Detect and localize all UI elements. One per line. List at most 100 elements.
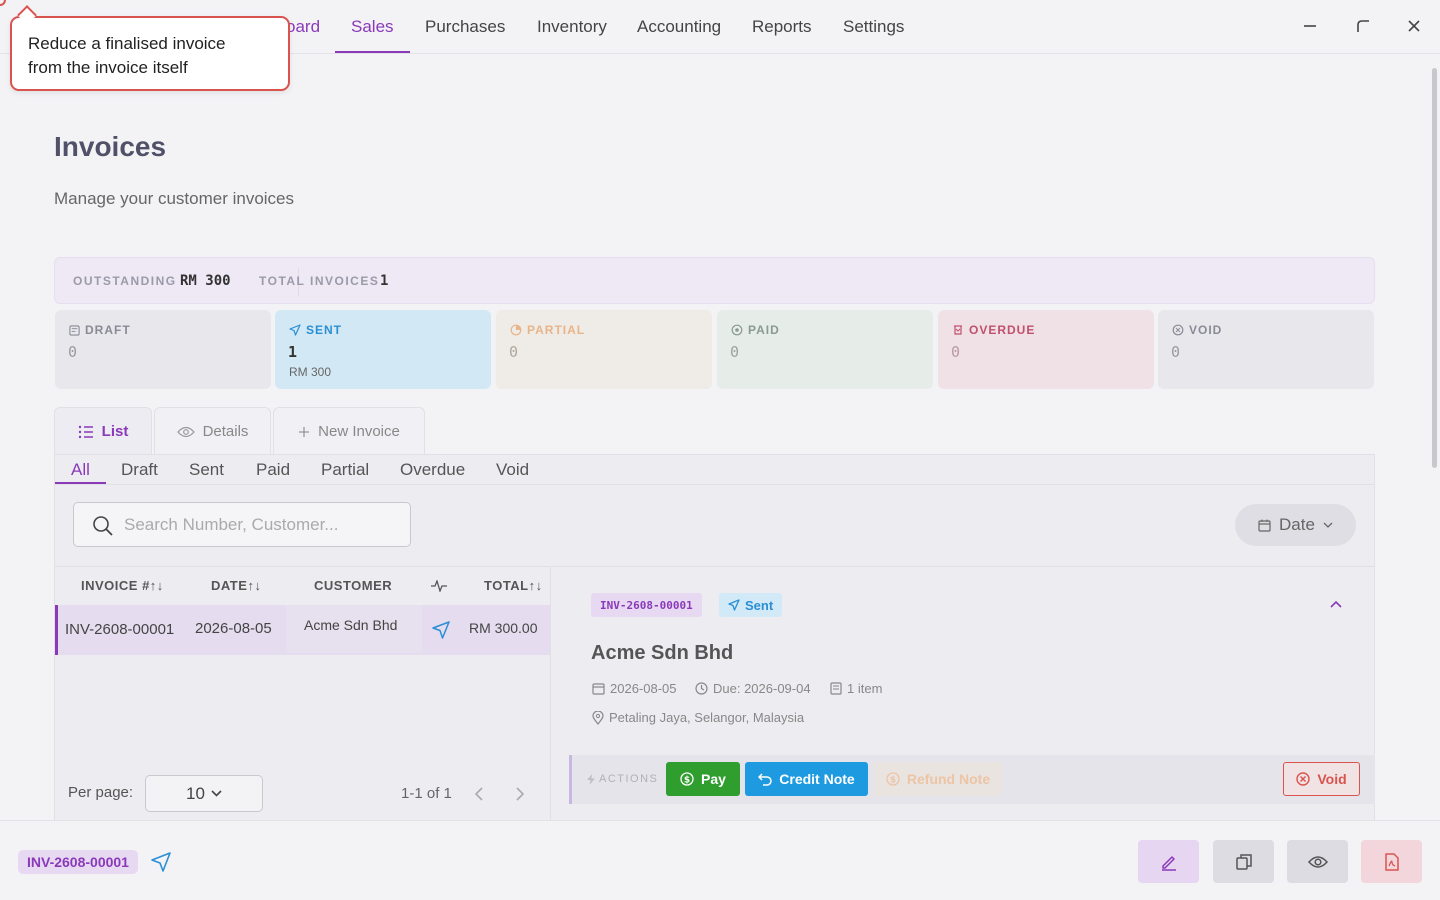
pdf-button[interactable] — [1361, 840, 1422, 883]
actions-bar: ACTIONS $ Pay Credit Note $ Refund Note … — [569, 755, 1375, 804]
tab-list-label: List — [101, 423, 129, 440]
preview-button[interactable] — [1287, 840, 1348, 883]
status-card-void[interactable]: VOID 0 — [1158, 310, 1374, 389]
page-title: Invoices — [54, 131, 167, 162]
tab-list[interactable]: List — [54, 407, 152, 455]
chevron-up-icon[interactable] — [1330, 600, 1342, 608]
document-icon — [830, 682, 842, 695]
status-card-partial[interactable]: PARTIAL 0 — [496, 310, 712, 389]
bottom-action-bar: INV-2608-00001 — [0, 820, 1440, 900]
eye-icon — [1307, 855, 1328, 868]
status-card-paid[interactable]: PAID 0 — [717, 310, 933, 389]
invoice-panel: All Draft Sent Paid Partial Overdue Void… — [54, 454, 1375, 824]
filter-tab-sent[interactable]: Sent — [189, 460, 224, 480]
date-button-label: Date — [1279, 515, 1315, 534]
edit-button[interactable] — [1138, 840, 1199, 883]
search-icon — [93, 516, 113, 536]
lightning-icon — [587, 773, 595, 785]
status-badge: Sent — [719, 593, 783, 617]
chevron-down-icon — [211, 790, 222, 797]
column-header-invoice[interactable]: INVOICE #↑↓ — [81, 578, 164, 593]
nav-item-reports[interactable]: Reports — [752, 17, 812, 37]
page-scrollbar[interactable] — [1430, 60, 1438, 820]
actions-label: ACTIONS — [587, 773, 658, 785]
status-card-count: 0 — [68, 343, 78, 361]
status-card-draft[interactable]: DRAFT 0 — [55, 310, 271, 389]
invoice-detail: INV-2608-00001 Sent Acme Sdn Bhd 2026-08… — [552, 566, 1375, 824]
invoice-table: INVOICE #↑↓ DATE↑↓ CUSTOMER TOTAL↑↓ INV-… — [55, 566, 551, 824]
list-icon — [78, 425, 93, 438]
filter-tab-draft[interactable]: Draft — [121, 460, 158, 480]
per-page-value: 10 — [186, 783, 205, 803]
status-card-count: 0 — [951, 343, 961, 361]
search-box[interactable] — [73, 502, 411, 547]
filter-tab-overdue[interactable]: Overdue — [400, 460, 465, 480]
item-count: 1 item — [830, 681, 882, 696]
status-card-label: VOID — [1189, 323, 1223, 337]
column-header-total[interactable]: TOTAL↑↓ — [484, 578, 543, 593]
tooltip: Reduce a finalised invoice from the invo… — [10, 16, 290, 91]
search-input[interactable] — [124, 513, 394, 537]
filter-tab-all[interactable]: All — [71, 460, 90, 480]
calendar-icon — [592, 683, 605, 695]
status-card-count: 0 — [730, 343, 740, 361]
outstanding-label: OUTSTANDING — [73, 274, 177, 288]
column-header-date[interactable]: DATE↑↓ — [211, 578, 261, 593]
filter-tab-indicator — [55, 482, 106, 484]
chevron-right-icon[interactable] — [515, 787, 524, 801]
close-icon[interactable] — [1402, 14, 1426, 38]
status-card-count: 0 — [509, 343, 519, 361]
customer-location: Petaling Jaya, Selangor, Malaysia — [592, 710, 804, 725]
status-card-count: 0 — [1171, 343, 1181, 361]
refund-note-button[interactable]: $ Refund Note — [874, 762, 1002, 796]
nav-item-purchases[interactable]: Purchases — [425, 17, 505, 37]
nav-item-accounting[interactable]: Accounting — [637, 17, 721, 37]
svg-text:$: $ — [890, 776, 896, 786]
void-icon — [1172, 324, 1184, 336]
undo-icon — [758, 772, 773, 786]
draft-icon — [69, 324, 80, 336]
nav-item-dashboard[interactable]: oard — [286, 17, 320, 37]
nav-item-settings[interactable]: Settings — [843, 17, 904, 37]
invoice-number-badge: INV-2608-00001 — [591, 593, 702, 617]
edit-icon — [1161, 855, 1176, 871]
status-card-label: SENT — [306, 323, 343, 337]
pay-button[interactable]: $ Pay — [666, 762, 740, 796]
location-pin-icon — [592, 710, 604, 725]
send-icon — [289, 324, 301, 336]
activity-icon — [431, 580, 447, 592]
filter-tab-void[interactable]: Void — [496, 460, 529, 480]
status-card-sent[interactable]: SENT 1 RM 300 — [275, 310, 491, 389]
tab-new-invoice[interactable]: New Invoice — [273, 407, 425, 455]
nav-item-sales[interactable]: Sales — [351, 17, 394, 37]
filter-tab-partial[interactable]: Partial — [321, 460, 369, 480]
date-sort-button[interactable]: Date — [1235, 504, 1356, 546]
credit-note-button[interactable]: Credit Note — [745, 762, 868, 796]
eye-icon — [176, 426, 195, 437]
copy-button[interactable] — [1213, 840, 1274, 883]
status-card-amount: RM 300 — [289, 365, 332, 379]
status-card-overdue[interactable]: OVERDUE 0 — [938, 310, 1154, 389]
status-card-count: 1 — [288, 343, 298, 361]
tab-details[interactable]: Details — [154, 407, 271, 455]
status-card-label: PAID — [748, 323, 780, 337]
minimize-icon[interactable] — [1298, 14, 1322, 38]
send-icon — [432, 621, 450, 639]
column-header-customer[interactable]: CUSTOMER — [314, 578, 392, 593]
chevron-left-icon[interactable] — [475, 787, 484, 801]
per-page-select[interactable]: 10 — [145, 775, 263, 812]
total-invoices-value: 1 — [380, 273, 389, 289]
table-row[interactable]: INV-2608-00001 2026-08-05 Acme Sdn Bhd R… — [55, 605, 550, 655]
cell-date: 2026-08-05 — [195, 620, 272, 637]
restore-icon[interactable] — [1351, 14, 1375, 38]
scroll-thumb[interactable] — [1432, 68, 1437, 468]
pdf-icon — [1384, 852, 1399, 871]
void-button[interactable]: Void — [1283, 762, 1360, 796]
nav-item-inventory[interactable]: Inventory — [537, 17, 607, 37]
filter-tab-paid[interactable]: Paid — [256, 460, 290, 480]
page-subtitle: Manage your customer invoices — [54, 189, 295, 208]
bottom-invoice-badge: INV-2608-00001 — [18, 850, 138, 874]
status-filter-tabs: All Draft Sent Paid Partial Overdue Void — [55, 455, 1374, 485]
cell-invoice-number: INV-2608-00001 — [65, 621, 175, 638]
send-icon — [151, 852, 171, 872]
